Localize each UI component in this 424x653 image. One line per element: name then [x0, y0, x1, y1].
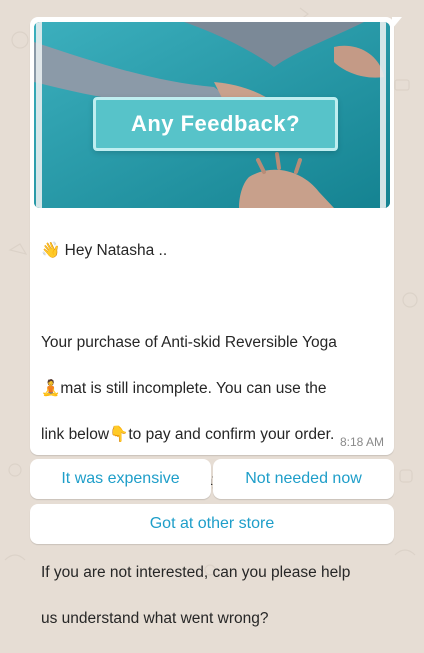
message-image[interactable]: Any Feedback?: [34, 22, 390, 208]
waving-hand-emoji: 👋: [41, 241, 61, 259]
reply-not-needed-now-button[interactable]: Not needed now: [213, 459, 394, 499]
message-bubble: Any Feedback? 👋 Hey Natasha .. Your purc…: [30, 17, 402, 627]
feedback-banner: Any Feedback?: [93, 97, 338, 151]
message-timestamp: 8:18 AM: [339, 435, 384, 449]
message-line-4: If you are not interested, can you pleas…: [41, 564, 351, 581]
pointing-down-emoji: 👇: [109, 425, 129, 443]
message-line-3a: link below: [41, 426, 110, 443]
greeting-text: Hey Natasha ..: [64, 242, 168, 259]
reply-it-was-expensive-button[interactable]: It was expensive: [30, 459, 211, 499]
message-text: 👋 Hey Natasha .. Your purchase of Anti-s…: [41, 216, 381, 653]
yoga-person-emoji: 🧘: [41, 379, 61, 397]
message-line-3b: to pay and confirm your order.: [128, 426, 335, 443]
bubble-tail: [392, 17, 402, 29]
reply-got-at-other-store-button[interactable]: Got at other store: [30, 504, 394, 544]
message-line-5: us understand what went wrong?: [41, 610, 269, 627]
message-line-1: Your purchase of Anti-skid Reversible Yo…: [41, 334, 337, 351]
message-line-2: mat is still incomplete. You can use the: [60, 380, 327, 397]
